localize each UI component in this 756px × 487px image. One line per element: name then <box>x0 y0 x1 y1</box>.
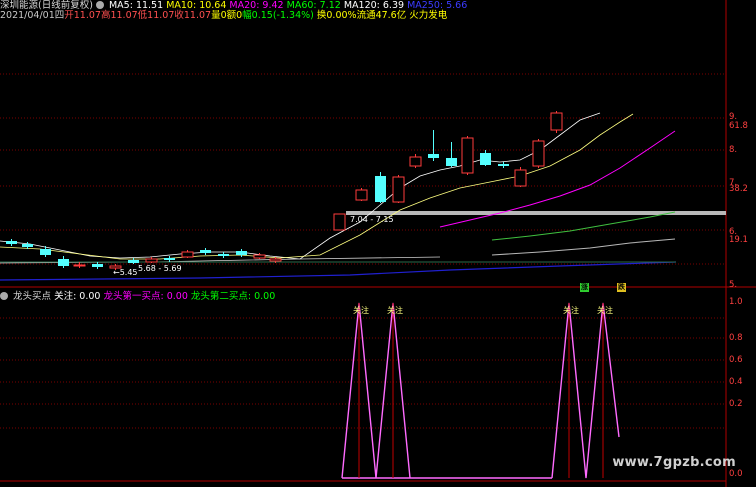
candle-body[interactable] <box>181 251 194 258</box>
info-close: 收11.07 <box>174 10 212 21</box>
candle-body[interactable] <box>145 258 158 263</box>
candle-body[interactable] <box>409 156 422 167</box>
axis-label-7: 5. <box>729 280 738 290</box>
candle-body[interactable] <box>446 158 457 166</box>
candle-body[interactable] <box>218 254 229 256</box>
indicator-header: 龙头买点 关注: 0.00 龙头第一买点: 0.00 龙头第二买点: 0.00 <box>0 291 275 302</box>
indicator-name[interactable]: 龙头买点 <box>13 291 51 302</box>
indicator-buy1: 龙头第一买点: 0.00 <box>103 291 188 302</box>
candle-body[interactable] <box>355 189 368 201</box>
price-axis: 9. 61.8 8. 7. 38.2 6. 19.1 5. 1.0 0.8 0.… <box>726 0 756 487</box>
ind-axis-label-5: 0.0 <box>729 469 743 479</box>
axis-label-1: 61.8 <box>729 121 748 131</box>
candle-body[interactable] <box>58 259 69 266</box>
candle-body[interactable] <box>392 176 405 203</box>
axis-label-4: 38.2 <box>729 184 748 194</box>
candle-body[interactable] <box>532 140 545 167</box>
ma120-line <box>491 238 676 256</box>
candle-body[interactable] <box>6 241 17 244</box>
candle-body[interactable] <box>461 137 474 174</box>
signal-label-1: 关注 <box>353 306 369 315</box>
candle-body[interactable] <box>480 153 491 165</box>
ind-axis-label-0: 1.0 <box>729 297 743 307</box>
info-low: 低11.07 <box>137 10 175 21</box>
info-open: 开11.07 <box>64 10 101 21</box>
info-line: 2021/04/01四开11.07高11.07低11.07收11.07量0额0幅… <box>0 10 447 21</box>
info-change: 幅0.15(-1.34%) <box>242 10 314 21</box>
indicator-guanzhu: 关注: 0.00 <box>54 291 101 302</box>
candle-body[interactable] <box>164 258 175 260</box>
candle-body[interactable] <box>550 112 563 131</box>
candle-body[interactable] <box>253 254 266 259</box>
info-high: 高11.07 <box>100 10 138 21</box>
info-volume: 量0 <box>211 10 227 21</box>
info-sector: 火力发电 <box>409 10 448 21</box>
candle-body[interactable] <box>428 154 439 158</box>
low-1-value: 5.45 <box>119 268 138 277</box>
candle-body[interactable] <box>73 264 86 267</box>
candle-body[interactable] <box>236 251 247 255</box>
range-annotation: 7.04 - 7.15 <box>350 215 394 224</box>
ind-axis-label-1: 0.8 <box>729 333 743 343</box>
low-annotation-2: 5.68 - 5.69 <box>138 264 182 273</box>
candle-body[interactable] <box>514 169 527 187</box>
info-turnover: 换0.00% <box>316 10 357 21</box>
ma10-line <box>0 113 634 260</box>
ma60-line <box>491 211 676 241</box>
candle-body[interactable] <box>375 176 386 202</box>
low-annotation-1: ←5.45 <box>113 268 138 277</box>
watermark: www.7gpzb.com <box>612 455 736 470</box>
candle-body[interactable] <box>22 244 33 247</box>
settings-icon[interactable] <box>95 1 104 9</box>
axis-label-6: 19.1 <box>729 235 748 245</box>
candle-body[interactable] <box>128 260 139 263</box>
signal-label-3: 关注 <box>563 306 579 315</box>
info-float: 流通47.6亿 <box>356 10 407 21</box>
info-amount: 额0 <box>226 10 243 21</box>
candle-body[interactable] <box>40 249 51 255</box>
indicator-settings-icon[interactable] <box>0 292 8 300</box>
candle-body[interactable] <box>92 264 103 267</box>
candle-body[interactable] <box>200 250 211 253</box>
main-chart[interactable] <box>0 0 756 487</box>
fall-badge: 跌 <box>617 283 626 292</box>
rise-badge: 涨 <box>580 283 589 292</box>
axis-label-2: 8. <box>729 145 738 155</box>
info-date: 2021/04/01四 <box>0 10 65 21</box>
chart-screen[interactable]: 深圳能源(日线前复权) MA5: 11.51 MA10: 10.64 MA20:… <box>0 0 756 487</box>
candle-body[interactable] <box>498 164 509 166</box>
ind-axis-label-4: 0.2 <box>729 399 743 409</box>
ind-axis-label-3: 0.4 <box>729 377 743 387</box>
candle-body[interactable] <box>269 258 282 262</box>
ind-axis-label-2: 0.6 <box>729 355 743 365</box>
indicator-buy2: 龙头第二买点: 0.00 <box>190 291 276 302</box>
low-1-arrow: ← <box>113 268 120 277</box>
signal-label-4: 关注 <box>597 306 613 315</box>
indicator-signals <box>341 302 620 479</box>
candles <box>6 111 563 270</box>
grid-lines <box>0 73 726 429</box>
candle-body[interactable] <box>333 213 346 231</box>
signal-label-2: 关注 <box>387 306 403 315</box>
